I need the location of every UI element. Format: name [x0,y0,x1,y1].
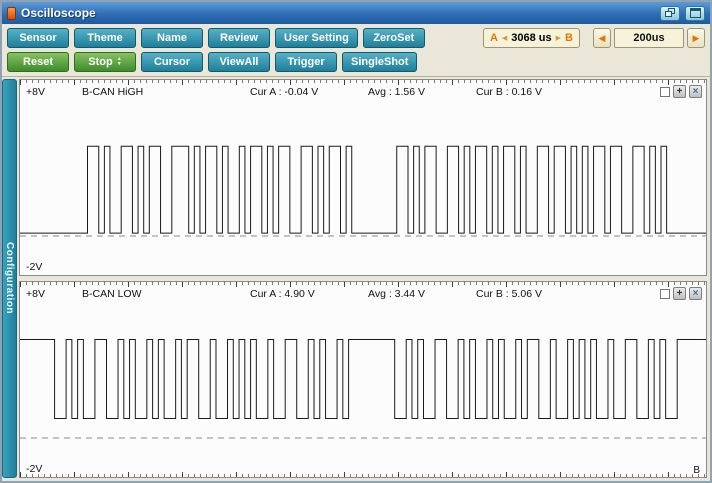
scale-bottom-label: -2V [26,463,42,475]
viewall-button[interactable]: ViewAll [208,52,270,72]
configuration-tab[interactable]: Configuration [2,79,17,478]
average-readout: Avg : 1.56 V [368,86,476,98]
zoom-in-button[interactable]: + [673,287,686,300]
channel-b-header: +8V B-CAN LOW Cur A : 4.90 V Avg : 3.44 … [26,287,702,300]
scale-bottom-label: -2V [26,261,42,273]
channel-a-waveform [20,80,706,275]
average-readout: Avg : 3.44 V [368,288,476,300]
spinner-icon: ▲ ▼ [117,57,122,67]
scale-top-label: +8V [26,86,82,98]
channel-name: B-CAN HiGH [82,86,250,98]
channel-b-panel: +8V B-CAN LOW Cur A : 4.90 V Avg : 3.44 … [19,281,707,478]
cursor-b-readout: Cur B : 5.06 V [476,288,660,300]
singleshot-button[interactable]: SingleShot [342,52,417,72]
title-bar: Oscilloscope [2,2,710,24]
name-button[interactable]: Name [141,28,203,48]
cursor-a-readout: Cur A : 4.90 V [250,288,368,300]
cursor-delta-value: 3068 us [511,32,551,44]
restore-icon [665,8,676,18]
channel-name: B-CAN LOW [82,288,250,300]
cursor-b-readout: Cur B : 0.16 V [476,86,660,98]
close-channel-button[interactable]: × [689,85,702,98]
close-icon: × [693,87,699,97]
cursor-a-readout: Cur A : -0.04 V [250,86,368,98]
toolbar-row-2: Reset Stop ▲ ▼ Cursor ViewAll Trigger Si… [7,52,705,72]
cursor-delta-readout: A ◀ 3068 us ▶ B [483,28,580,48]
app-icon [7,7,16,20]
reset-button[interactable]: Reset [7,52,69,72]
channel-b-controls: + × [660,287,702,300]
down-arrow-icon: ▼ [117,62,122,67]
channel-a-panel: +8V B-CAN HiGH Cur A : -0.04 V Avg : 1.5… [19,79,707,276]
configuration-tab-label: Configuration [4,242,15,314]
window-title: Oscilloscope [21,6,655,20]
cursor-a-arrow-icon: ◀ [502,34,507,42]
channel-panels: +8V B-CAN HiGH Cur A : -0.04 V Avg : 1.5… [19,79,707,478]
maximize-icon [690,8,701,18]
stop-label: Stop [88,53,112,71]
zoom-in-button[interactable]: + [673,85,686,98]
left-arrow-icon: ◀ [599,33,606,44]
cursor-button[interactable]: Cursor [141,52,203,72]
timebase-increase-button[interactable]: ▶ [687,28,705,48]
toolbar: Sensor Theme Name Review User Setting Ze… [2,24,710,77]
cursor-a-label: A [490,32,498,44]
zeroset-button[interactable]: ZeroSet [363,28,425,48]
plus-icon: + [677,87,683,97]
right-arrow-icon: ▶ [693,33,700,44]
channel-visible-checkbox[interactable] [660,87,670,97]
close-icon: × [693,289,699,299]
trigger-button[interactable]: Trigger [275,52,337,72]
timebase-control: ◀ 200us ▶ [593,28,705,48]
cursor-b-label: B [565,32,573,44]
scale-top-label: +8V [26,288,82,300]
scope-area: Configuration +8V B-CAN HiGH Cur A : -0.… [2,77,710,481]
sensor-button[interactable]: Sensor [7,28,69,48]
window-maximize-button[interactable] [685,6,705,21]
close-channel-button[interactable]: × [689,287,702,300]
toolbar-row-1: Sensor Theme Name Review User Setting Ze… [7,28,705,48]
review-button[interactable]: Review [208,28,270,48]
cursor-b-arrow-icon: ▶ [556,34,561,42]
channel-b-waveform [20,282,706,477]
channel-a-header: +8V B-CAN HiGH Cur A : -0.04 V Avg : 1.5… [26,85,702,98]
timebase-decrease-button[interactable]: ◀ [593,28,611,48]
channel-corner-label: B [693,465,700,476]
plus-icon: + [677,289,683,299]
user-setting-button[interactable]: User Setting [275,28,358,48]
channel-visible-checkbox[interactable] [660,289,670,299]
oscilloscope-window: Oscilloscope Sensor Theme Name Review Us… [0,0,712,483]
window-restore-button[interactable] [660,6,680,21]
stop-select[interactable]: Stop ▲ ▼ [74,52,136,72]
timebase-value[interactable]: 200us [614,28,684,48]
theme-button[interactable]: Theme [74,28,136,48]
channel-a-controls: + × [660,85,702,98]
